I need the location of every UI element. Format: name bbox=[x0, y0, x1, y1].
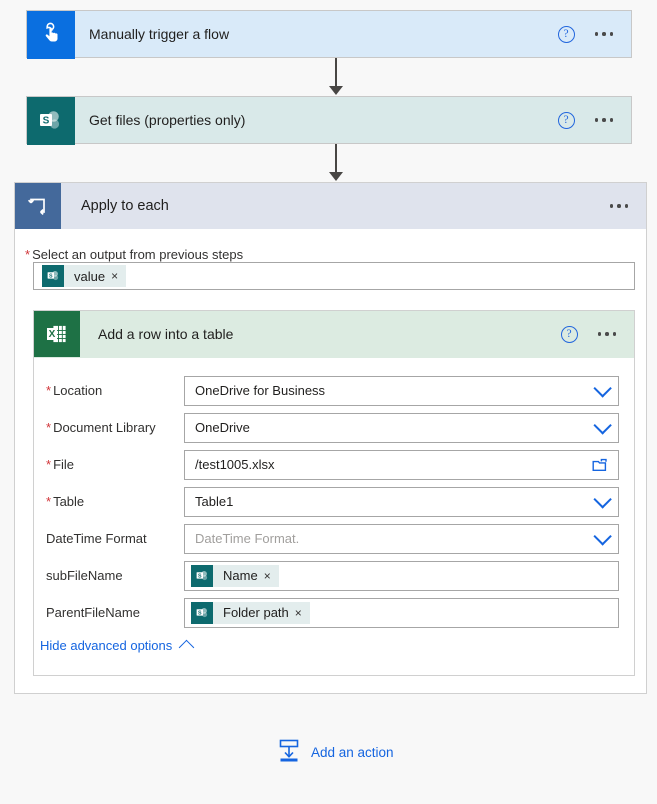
more-menu-icon[interactable] bbox=[594, 32, 613, 36]
get-files-actions: ? bbox=[557, 111, 632, 129]
subfilename-input[interactable]: S Name × bbox=[184, 560, 619, 591]
token-name[interactable]: S Name × bbox=[191, 564, 279, 587]
get-files-title: Get files (properties only) bbox=[89, 112, 246, 128]
token-remove-icon[interactable]: × bbox=[264, 569, 279, 583]
field-label-file: * File bbox=[46, 457, 184, 472]
field-label-table: * Table bbox=[46, 494, 184, 509]
required-asterisk: * bbox=[46, 494, 52, 509]
table-dropdown[interactable]: Table1 bbox=[184, 486, 619, 517]
field-label-text: File bbox=[53, 457, 75, 472]
sharepoint-icon: S bbox=[191, 564, 213, 587]
field-label-datetime-format: DateTime Format bbox=[46, 531, 147, 546]
more-menu-icon[interactable] bbox=[609, 204, 628, 208]
excel-icon: X bbox=[34, 311, 80, 357]
field-row-table: * Table Table1 bbox=[34, 483, 634, 520]
connector-arrow bbox=[329, 58, 343, 96]
sharepoint-icon: S bbox=[27, 97, 75, 145]
field-row-datetime-format: DateTime Format DateTime Format. bbox=[34, 520, 634, 557]
field-label-location: * Location bbox=[46, 383, 184, 398]
hide-advanced-options-link[interactable]: Hide advanced options bbox=[40, 638, 195, 656]
add-row-title: Add a row into a table bbox=[98, 326, 234, 342]
token-label: value bbox=[74, 268, 106, 284]
datetime-format-placeholder: DateTime Format. bbox=[195, 531, 300, 546]
chevron-up-icon bbox=[178, 639, 195, 656]
more-menu-icon[interactable] bbox=[594, 118, 613, 122]
field-label-subfilename: subFileName bbox=[46, 568, 123, 583]
svg-text:S: S bbox=[49, 273, 53, 279]
trigger-actions: ? bbox=[557, 25, 632, 43]
location-dropdown[interactable]: OneDrive for Business bbox=[184, 375, 619, 406]
more-menu-icon[interactable] bbox=[597, 332, 616, 336]
add-row-action-card: X Add a row into a table ? * Location One… bbox=[33, 310, 635, 676]
document-library-value: OneDrive bbox=[195, 420, 250, 435]
datetime-format-dropdown[interactable]: DateTime Format. bbox=[184, 523, 619, 554]
folder-picker-icon[interactable] bbox=[591, 457, 608, 476]
apply-to-each-title: Apply to each bbox=[81, 198, 169, 214]
file-input[interactable]: /test1005.xlsx bbox=[184, 449, 619, 480]
select-output-label-text: Select an output from previous steps bbox=[32, 247, 244, 262]
field-row-parentfilename: ParentFileName S Folder path × bbox=[34, 594, 634, 631]
required-asterisk: * bbox=[46, 420, 52, 435]
token-label: Folder path bbox=[223, 605, 289, 620]
file-value: /test1005.xlsx bbox=[195, 457, 275, 472]
field-row-file: * File /test1005.xlsx bbox=[34, 446, 634, 483]
table-value: Table1 bbox=[195, 494, 234, 509]
parentfilename-input[interactable]: S Folder path × bbox=[184, 597, 619, 628]
loop-icon bbox=[15, 183, 61, 229]
token-folder-path[interactable]: S Folder path × bbox=[191, 601, 310, 624]
token-remove-icon[interactable]: × bbox=[111, 269, 126, 283]
add-row-form: * Location OneDrive for Business * Documen… bbox=[34, 358, 634, 631]
svg-text:S: S bbox=[198, 573, 202, 579]
location-value: OneDrive for Business bbox=[195, 383, 326, 398]
sharepoint-icon: S bbox=[42, 265, 64, 287]
get-files-card[interactable]: S Get files (properties only) ? bbox=[26, 96, 632, 145]
field-label-text: Location bbox=[53, 383, 103, 398]
token-label: Name bbox=[223, 568, 258, 583]
hand-pointer-icon bbox=[27, 11, 75, 59]
apply-to-each-actions bbox=[609, 204, 647, 208]
field-row-document-library: * Document Library OneDrive bbox=[34, 409, 634, 446]
add-action-icon bbox=[277, 738, 301, 767]
required-asterisk: * bbox=[25, 247, 31, 262]
token-remove-icon[interactable]: × bbox=[295, 606, 310, 620]
svg-text:X: X bbox=[49, 329, 56, 340]
help-icon[interactable]: ? bbox=[557, 111, 575, 129]
add-action-label: Add an action bbox=[311, 745, 394, 760]
chevron-down-icon[interactable] bbox=[593, 379, 612, 398]
svg-text:S: S bbox=[198, 610, 202, 616]
field-label-text: Table bbox=[53, 494, 85, 509]
document-library-dropdown[interactable]: OneDrive bbox=[184, 412, 619, 443]
chevron-down-icon[interactable] bbox=[593, 416, 612, 435]
chevron-down-icon[interactable] bbox=[593, 490, 612, 509]
sharepoint-icon: S bbox=[191, 601, 213, 624]
select-output-label: * Select an output from previous steps bbox=[25, 247, 243, 262]
required-asterisk: * bbox=[46, 383, 52, 398]
add-row-actions: ? bbox=[560, 325, 635, 343]
help-icon[interactable]: ? bbox=[557, 25, 575, 43]
trigger-card[interactable]: Manually trigger a flow ? bbox=[26, 10, 632, 59]
required-asterisk: * bbox=[46, 457, 52, 472]
connector-arrow bbox=[329, 144, 343, 182]
chevron-down-icon[interactable] bbox=[593, 527, 612, 546]
help-icon[interactable]: ? bbox=[560, 325, 578, 343]
select-output-input[interactable]: S value × bbox=[33, 262, 635, 290]
token-value[interactable]: S value × bbox=[42, 265, 127, 287]
field-label-text: Document Library bbox=[53, 420, 156, 435]
field-row-subfilename: subFileName S Name × bbox=[34, 557, 634, 594]
add-row-header[interactable]: X Add a row into a table ? bbox=[34, 311, 634, 358]
add-an-action-button[interactable]: Add an action bbox=[277, 738, 394, 767]
apply-to-each-header[interactable]: Apply to each bbox=[15, 183, 646, 229]
field-row-location: * Location OneDrive for Business bbox=[34, 372, 634, 409]
field-label-document-library: * Document Library bbox=[46, 420, 184, 435]
svg-text:S: S bbox=[43, 115, 50, 126]
hide-advanced-options-label: Hide advanced options bbox=[40, 638, 173, 653]
trigger-title: Manually trigger a flow bbox=[89, 26, 230, 42]
field-label-parentfilename: ParentFileName bbox=[46, 605, 140, 620]
